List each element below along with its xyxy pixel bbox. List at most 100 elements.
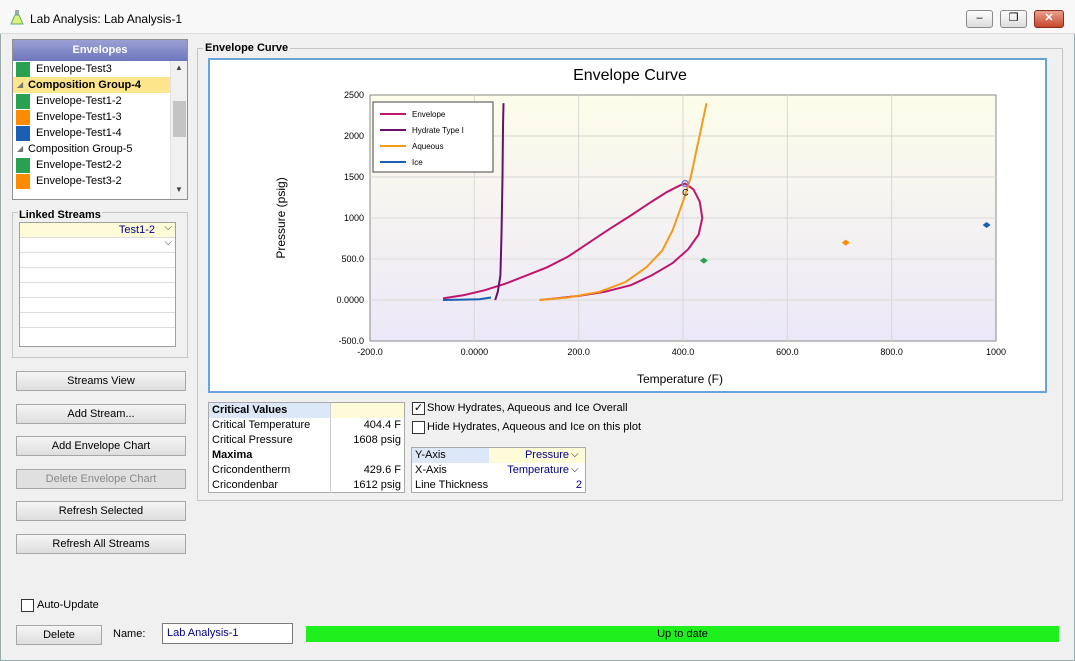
- delete-button[interactable]: Delete: [16, 625, 102, 645]
- envelopes-header: Envelopes: [13, 40, 187, 61]
- restore-button[interactable]: ❐: [1000, 10, 1027, 28]
- critical-values-header-value: [330, 403, 404, 418]
- linked-stream-row[interactable]: Test1-2 ⌵: [20, 222, 175, 238]
- scroll-up-icon[interactable]: ▲: [175, 63, 183, 72]
- envelope-chart-svg: Envelope Curve -200.0 0.0000 200.0 400.0 600…: [274, 67, 1006, 386]
- x-tick-label: 200.0: [567, 347, 590, 357]
- y-tick-label: 500.0: [341, 254, 364, 264]
- refresh-all-streams-button[interactable]: Refresh All Streams: [16, 534, 186, 554]
- linked-stream-row[interactable]: [20, 283, 175, 298]
- expand-triangle-icon[interactable]: ◢: [17, 141, 23, 157]
- legend-entry: Envelope: [412, 110, 446, 119]
- envelope-item-label: Composition Group-4: [28, 79, 142, 91]
- envelope-item-label: Envelope-Test3: [36, 63, 112, 75]
- color-swatch: [16, 126, 30, 141]
- envelopes-scrollbar[interactable]: ▲ ▼: [170, 61, 187, 199]
- auto-update-checkbox[interactable]: [21, 599, 34, 612]
- close-button[interactable]: ✕: [1034, 10, 1064, 28]
- x-axis-label: Temperature (F): [637, 372, 723, 386]
- chevron-down-icon[interactable]: ⌵: [571, 449, 579, 460]
- expand-triangle-icon[interactable]: ◢: [17, 77, 23, 93]
- status-bar: Up to date: [306, 626, 1059, 642]
- hide-on-plot-label: Hide Hydrates, Aqueous and Ice on this p…: [427, 421, 642, 433]
- title-bar: Lab Analysis: Lab Analysis-1 – ❐ ✕: [0, 0, 1075, 34]
- chevron-down-icon[interactable]: ⌵: [164, 222, 172, 233]
- linked-stream-value: Test1-2: [118, 224, 155, 236]
- critical-temperature-value: 404.4 F: [330, 418, 404, 433]
- add-stream-button[interactable]: Add Stream...: [16, 404, 186, 424]
- add-envelope-chart-button[interactable]: Add Envelope Chart: [16, 436, 186, 456]
- linked-stream-row[interactable]: ⌵: [20, 237, 175, 253]
- envelope-item-label: Envelope-Test1-2: [36, 95, 122, 107]
- envelope-item-label: Envelope-Test1-3: [36, 111, 122, 123]
- linked-streams-title: Linked Streams: [18, 209, 102, 221]
- critical-temperature-label: Critical Temperature: [212, 419, 311, 431]
- y-tick-label: 1500: [344, 172, 364, 182]
- linked-streams-grid[interactable]: Test1-2 ⌵ ⌵: [19, 222, 176, 347]
- envelope-item[interactable]: Envelope-Test1-3: [13, 109, 187, 125]
- chart-title: Envelope Curve: [573, 67, 687, 84]
- scroll-down-icon[interactable]: ▼: [175, 185, 183, 194]
- color-swatch: [16, 158, 30, 173]
- composition-group-item[interactable]: ◢ Composition Group-4: [13, 77, 187, 93]
- color-swatch: [16, 174, 30, 189]
- envelopes-items: Envelope-Test3 ◢ Composition Group-4 Envelo…: [13, 61, 187, 189]
- x-tick-label: -200.0: [357, 347, 383, 357]
- auto-update-label: Auto-Update: [37, 599, 99, 611]
- y-tick-label: 0.0000: [336, 295, 364, 305]
- envelope-item-label: Envelope-Test2-2: [36, 159, 122, 171]
- scroll-thumb[interactable]: [173, 101, 186, 137]
- envelope-item-label: Envelope-Test3-2: [36, 175, 122, 187]
- envelope-item[interactable]: Envelope-Test3: [13, 61, 187, 77]
- axes-settings-table: Y-Axis Pressure ⌵ X-Axis Temperature ⌵ L…: [411, 447, 586, 493]
- cricondenbar-value: 1612 psig: [330, 478, 404, 493]
- legend-entry: Aqueous: [412, 142, 444, 151]
- refresh-selected-button[interactable]: Refresh Selected: [16, 501, 186, 521]
- linked-stream-row[interactable]: [20, 313, 175, 328]
- streams-view-button[interactable]: Streams View: [16, 371, 186, 391]
- linked-stream-row[interactable]: [20, 298, 175, 313]
- critical-pressure-label: Critical Pressure: [212, 434, 293, 446]
- legend-entry: Hydrate Type I: [412, 126, 464, 135]
- y-tick-label: -500.0: [338, 336, 364, 346]
- y-tick-label: 1000: [344, 213, 364, 223]
- x-tick-label: 800.0: [880, 347, 903, 357]
- envelope-item[interactable]: Envelope-Test3-2: [13, 173, 187, 189]
- line-thickness-label: Line Thickness: [415, 479, 489, 491]
- linked-stream-row[interactable]: [20, 268, 175, 283]
- x-tick-label: 0.0000: [461, 347, 489, 357]
- critical-values-header: Critical Values: [209, 403, 330, 418]
- envelope-item[interactable]: Envelope-Test2-2: [13, 157, 187, 173]
- name-label: Name:: [113, 628, 146, 640]
- cricondenbar-label: Cricondenbar: [212, 479, 279, 491]
- line-thickness-input[interactable]: 2: [489, 478, 585, 493]
- linked-stream-row[interactable]: [20, 253, 175, 268]
- x-tick-label: 400.0: [672, 347, 695, 357]
- x-tick-label: 600.0: [776, 347, 799, 357]
- x-axis-label-cell: X-Axis: [415, 464, 447, 476]
- hide-on-plot-checkbox[interactable]: [412, 421, 425, 434]
- critical-point-label: C: [682, 188, 689, 198]
- chevron-down-icon[interactable]: ⌵: [571, 464, 579, 475]
- x-tick-label: 1000: [986, 347, 1006, 357]
- maxima-header: Maxima: [212, 449, 253, 461]
- name-input[interactable]: Lab Analysis-1: [162, 623, 293, 644]
- y-axis-label-cell: Y-Axis: [412, 448, 489, 463]
- window-title: Lab Analysis: Lab Analysis-1: [30, 12, 183, 26]
- legend-entry: Ice: [412, 158, 423, 167]
- envelope-item-label: Composition Group-5: [28, 143, 133, 155]
- delete-envelope-chart-button[interactable]: Delete Envelope Chart: [16, 469, 186, 489]
- envelopes-list[interactable]: Envelopes Envelope-Test3 ◢ Composition Gro…: [12, 39, 188, 200]
- minimize-button[interactable]: –: [966, 10, 993, 28]
- y-tick-label: 2500: [344, 90, 364, 100]
- envelope-chart[interactable]: Envelope Curve -200.0 0.0000 200.0 400.0 600…: [208, 58, 1047, 393]
- envelope-item[interactable]: Envelope-Test1-4: [13, 125, 187, 141]
- chevron-down-icon[interactable]: ⌵: [164, 237, 172, 248]
- envelope-curve-group-title: Envelope Curve: [203, 42, 291, 54]
- flask-icon: [10, 10, 24, 25]
- show-overall-checkbox[interactable]: ✓: [412, 402, 425, 415]
- show-overall-label: Show Hydrates, Aqueous and Ice Overall: [427, 402, 628, 414]
- envelope-item[interactable]: Envelope-Test1-2: [13, 93, 187, 109]
- composition-group-item[interactable]: ◢ Composition Group-5: [13, 141, 187, 157]
- y-tick-label: 2000: [344, 131, 364, 141]
